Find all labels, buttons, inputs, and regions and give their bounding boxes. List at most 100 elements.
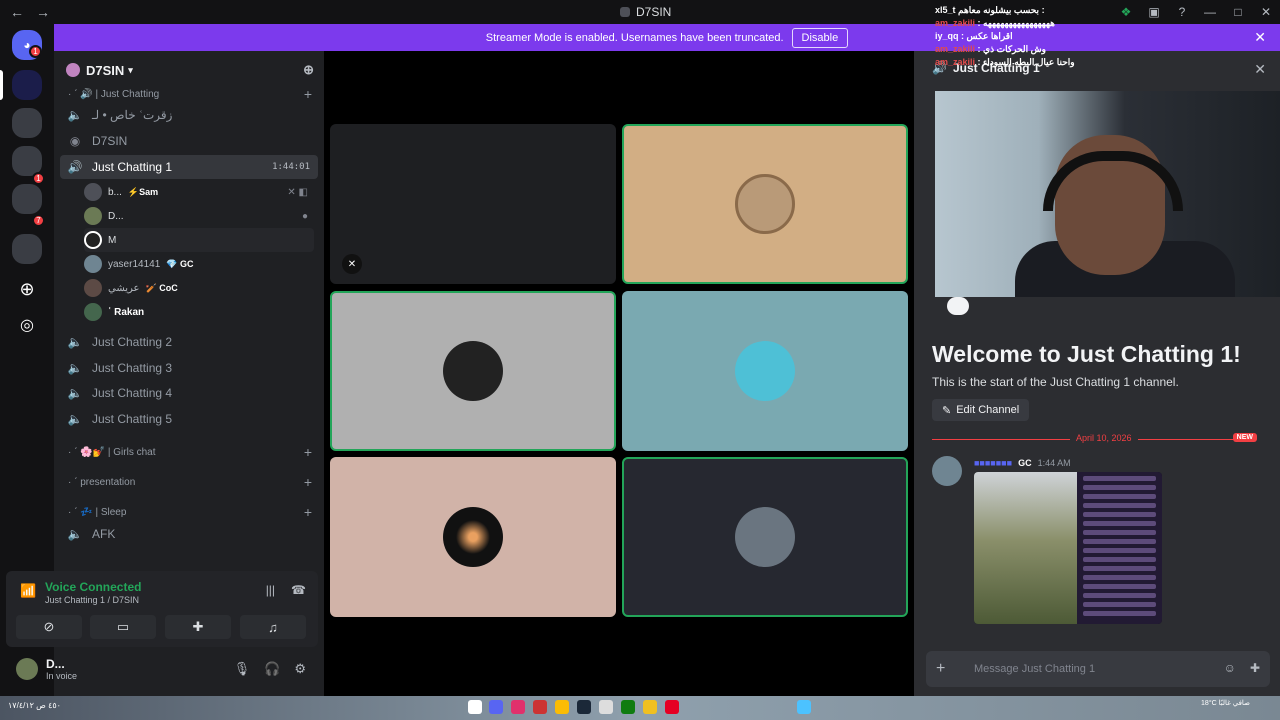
attachment-roles-list bbox=[1077, 472, 1162, 624]
steam-icon[interactable] bbox=[577, 700, 591, 714]
badge: 1 bbox=[29, 45, 42, 58]
close-icon[interactable]: ✕ bbox=[1254, 29, 1266, 46]
apps-icon[interactable]: ✚ bbox=[1250, 661, 1260, 675]
message-composer[interactable]: + Message Just Chatting 1 ☺ ✚ bbox=[926, 651, 1270, 687]
chat-header: 🔊 Just Chatting 1 bbox=[932, 61, 1040, 75]
disable-button[interactable]: Disable bbox=[791, 27, 849, 48]
smile-icon[interactable]: ☺ bbox=[1224, 661, 1236, 675]
close-window-icon[interactable]: ✕ bbox=[1252, 5, 1280, 19]
server-folder-3[interactable] bbox=[12, 184, 42, 214]
member-row[interactable]: D... ● bbox=[84, 204, 314, 228]
avatar bbox=[735, 174, 795, 234]
camera-off-button[interactable]: ⊘ bbox=[16, 615, 82, 639]
share-screen-button[interactable]: ▭ bbox=[90, 615, 156, 639]
app-icon[interactable] bbox=[797, 700, 811, 714]
status-icon: ● bbox=[301, 210, 308, 222]
video-tile[interactable] bbox=[622, 457, 908, 617]
member-row[interactable]: b... ⚡Sam ✕ ◧ bbox=[84, 180, 314, 204]
nitro-icon[interactable]: ❖ bbox=[1112, 5, 1140, 19]
maximize-icon[interactable]: □ bbox=[1224, 5, 1252, 19]
chrome-icon[interactable] bbox=[555, 700, 569, 714]
server-icon bbox=[66, 63, 80, 77]
member-row[interactable]: ʿ Rakan bbox=[84, 300, 314, 324]
disconnect-icon[interactable]: ☎ bbox=[291, 583, 306, 597]
minimize-icon[interactable]: — bbox=[1196, 5, 1224, 19]
channel-just-chatting-5[interactable]: 🔈 Just Chatting 5 bbox=[60, 407, 318, 431]
help-icon[interactable]: ? bbox=[1168, 5, 1196, 19]
speaker-icon: 🔊 bbox=[932, 61, 947, 75]
channel-just-chatting-2[interactable]: 🔈 Just Chatting 2 bbox=[60, 330, 318, 354]
avatar[interactable] bbox=[16, 658, 38, 680]
video-tile[interactable] bbox=[330, 291, 616, 451]
soundboard-button[interactable]: ♫ bbox=[240, 615, 306, 639]
channel-stage[interactable]: ◉ D7SIN bbox=[60, 129, 318, 153]
noise-icon[interactable]: ||| bbox=[266, 583, 275, 597]
member-row[interactable]: M bbox=[84, 228, 314, 252]
plus-icon[interactable]: + bbox=[304, 504, 312, 520]
avatar bbox=[84, 231, 102, 249]
channel-just-chatting-1[interactable]: 🔊 Just Chatting 1 1:44:01 bbox=[60, 155, 318, 179]
category-sleep[interactable]: · ˊ 💤 | Sleep + bbox=[60, 500, 318, 524]
plus-icon[interactable]: + bbox=[936, 660, 960, 678]
message-input[interactable]: Message Just Chatting 1 bbox=[974, 663, 1095, 675]
channel-just-chatting-3[interactable]: 🔈 Just Chatting 3 bbox=[60, 356, 318, 380]
video-tile[interactable] bbox=[330, 457, 616, 617]
speaker-icon: 🔈 bbox=[67, 386, 83, 400]
app-icon[interactable] bbox=[533, 700, 547, 714]
voice-channel[interactable]: Just Chatting 1 / D7SIN bbox=[45, 595, 139, 605]
video-tile[interactable] bbox=[622, 291, 908, 451]
member-row[interactable]: yaser14141 💎 GC bbox=[84, 252, 314, 276]
user-name: D... bbox=[46, 657, 65, 671]
discord-taskbar-icon[interactable] bbox=[489, 700, 503, 714]
channel-just-chatting-4[interactable]: 🔈 Just Chatting 4 bbox=[60, 381, 318, 405]
inbox-icon[interactable]: ▣ bbox=[1140, 5, 1168, 19]
welcome-title: Welcome to Just Chatting 1! bbox=[932, 341, 1241, 367]
avatar bbox=[443, 507, 503, 567]
plus-icon[interactable]: + bbox=[304, 444, 312, 460]
channel-afk[interactable]: 🔈 AFK bbox=[60, 522, 318, 546]
member-row[interactable]: عريشي 🏏 CoC bbox=[84, 276, 314, 300]
avatar bbox=[84, 207, 102, 225]
server-folder-4[interactable] bbox=[12, 234, 42, 264]
close-icon[interactable]: ✕ bbox=[1254, 61, 1266, 78]
discover-icon[interactable]: ◎ bbox=[12, 310, 42, 340]
speaker-icon: 🔈 bbox=[67, 335, 83, 349]
chat-bubble-icon bbox=[947, 297, 969, 315]
clock: ٤٥٠ ص ١٧/٤/١٢ bbox=[8, 701, 61, 710]
activities-button[interactable]: ✚ bbox=[165, 615, 231, 639]
server-folder-1[interactable] bbox=[12, 108, 42, 138]
xbox-icon[interactable] bbox=[621, 700, 635, 714]
message-attachment[interactable] bbox=[974, 472, 1162, 624]
add-server-icon[interactable]: ⊕ bbox=[12, 274, 42, 304]
mic-icon[interactable]: 🎙 bbox=[234, 661, 251, 677]
taskbar: ٤٥٠ ص ١٧/٤/١٢ 18°C صافي غالبًا bbox=[0, 696, 1280, 720]
plus-icon[interactable]: + bbox=[304, 474, 312, 490]
channel-private[interactable]: 🔈 خاص • لـ ʿزقرت bbox=[60, 103, 318, 127]
plus-icon[interactable]: + bbox=[304, 86, 312, 102]
forward-icon[interactable]: → bbox=[34, 4, 52, 20]
headphones-icon[interactable]: 🎧 bbox=[264, 661, 280, 677]
avatar[interactable] bbox=[932, 456, 962, 486]
category-presentation[interactable]: · ˊ presentation + bbox=[60, 470, 318, 494]
user-panel: D... In voice 🎙 🎧 ⚙ bbox=[6, 650, 318, 688]
category-girls-chat[interactable]: · ˊ 🌸💅 | Girls chat + bbox=[60, 440, 318, 464]
video-tile[interactable] bbox=[622, 124, 908, 284]
speaker-icon: 🔈 bbox=[67, 527, 83, 541]
app-icon[interactable] bbox=[599, 700, 613, 714]
attachment-photo bbox=[974, 472, 1077, 624]
signal-icon[interactable]: 📶 bbox=[20, 583, 36, 599]
start-icon[interactable] bbox=[468, 700, 482, 714]
edit-channel-button[interactable]: ✎ Edit Channel bbox=[932, 399, 1030, 421]
avatar bbox=[84, 255, 102, 273]
server-d7sin[interactable] bbox=[12, 70, 42, 100]
instagram-icon[interactable] bbox=[511, 700, 525, 714]
invite-icon[interactable]: ⊕ bbox=[303, 62, 314, 78]
gear-icon[interactable]: ⚙ bbox=[294, 661, 306, 677]
back-icon[interactable]: ← bbox=[8, 4, 26, 20]
voice-status[interactable]: Voice Connected bbox=[45, 580, 141, 594]
weather: 18°C صافي غالبًا bbox=[1201, 700, 1250, 707]
video-tile[interactable]: ✕ bbox=[330, 124, 616, 284]
folder-icon[interactable] bbox=[643, 700, 657, 714]
banner-text: Streamer Mode is enabled. Usernames have… bbox=[485, 31, 784, 44]
pinterest-icon[interactable] bbox=[665, 700, 679, 714]
